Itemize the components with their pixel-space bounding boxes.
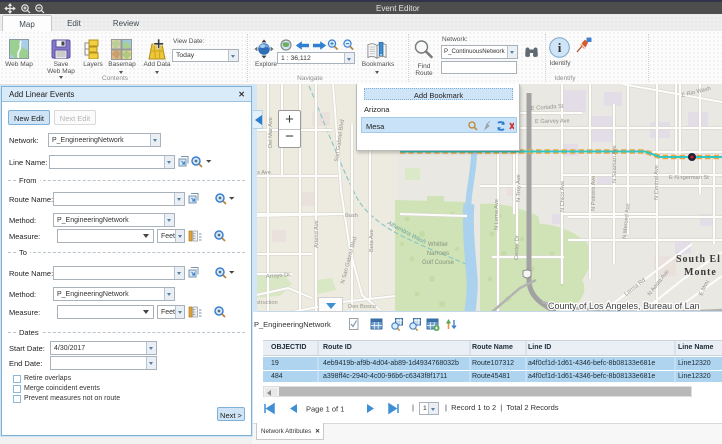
svg-text:N Lema Ave: N Lema Ave	[494, 199, 500, 230]
svg-text:Center Dr: Center Dr	[514, 235, 521, 260]
svg-text:Don Bosco: Don Bosco	[348, 304, 376, 310]
svg-text:N Troy Ave: N Troy Ave	[516, 174, 522, 202]
svg-text:Page 1 of 1: Page 1 of 1	[306, 405, 344, 414]
svg-text:N Seaman Ave: N Seaman Ave	[612, 145, 618, 183]
svg-text:Golf Course: Golf Course	[422, 260, 455, 266]
svg-text:E Kingerman St: E Kingerman St	[669, 175, 709, 181]
svg-text:i: i	[558, 40, 562, 55]
svg-text:N Chico Ave: N Chico Ave	[560, 181, 566, 212]
svg-text:Whittier: Whittier	[428, 242, 448, 248]
svg-text:Artend Ave: Artend Ave	[314, 220, 320, 248]
svg-text:County of Los Angeles, Bureau: County of Los Angeles, Bureau of Lan	[548, 301, 700, 311]
svg-text:E Garvey Ave: E Garvey Ave	[535, 118, 570, 125]
svg-text:Narrows: Narrows	[427, 251, 449, 257]
svg-text:Del Mar Ave: Del Mar Ave	[268, 117, 274, 148]
svg-text:N Potrero Ave: N Potrero Ave	[591, 176, 597, 211]
svg-text:Bush: Bush	[345, 213, 358, 219]
svg-text:South El: South El	[676, 254, 721, 265]
svg-text:Monte: Monte	[684, 267, 717, 278]
svg-text:N Central Ave: N Central Ave	[654, 165, 660, 200]
svg-text:Beta Ave: Beta Ave	[369, 229, 375, 252]
